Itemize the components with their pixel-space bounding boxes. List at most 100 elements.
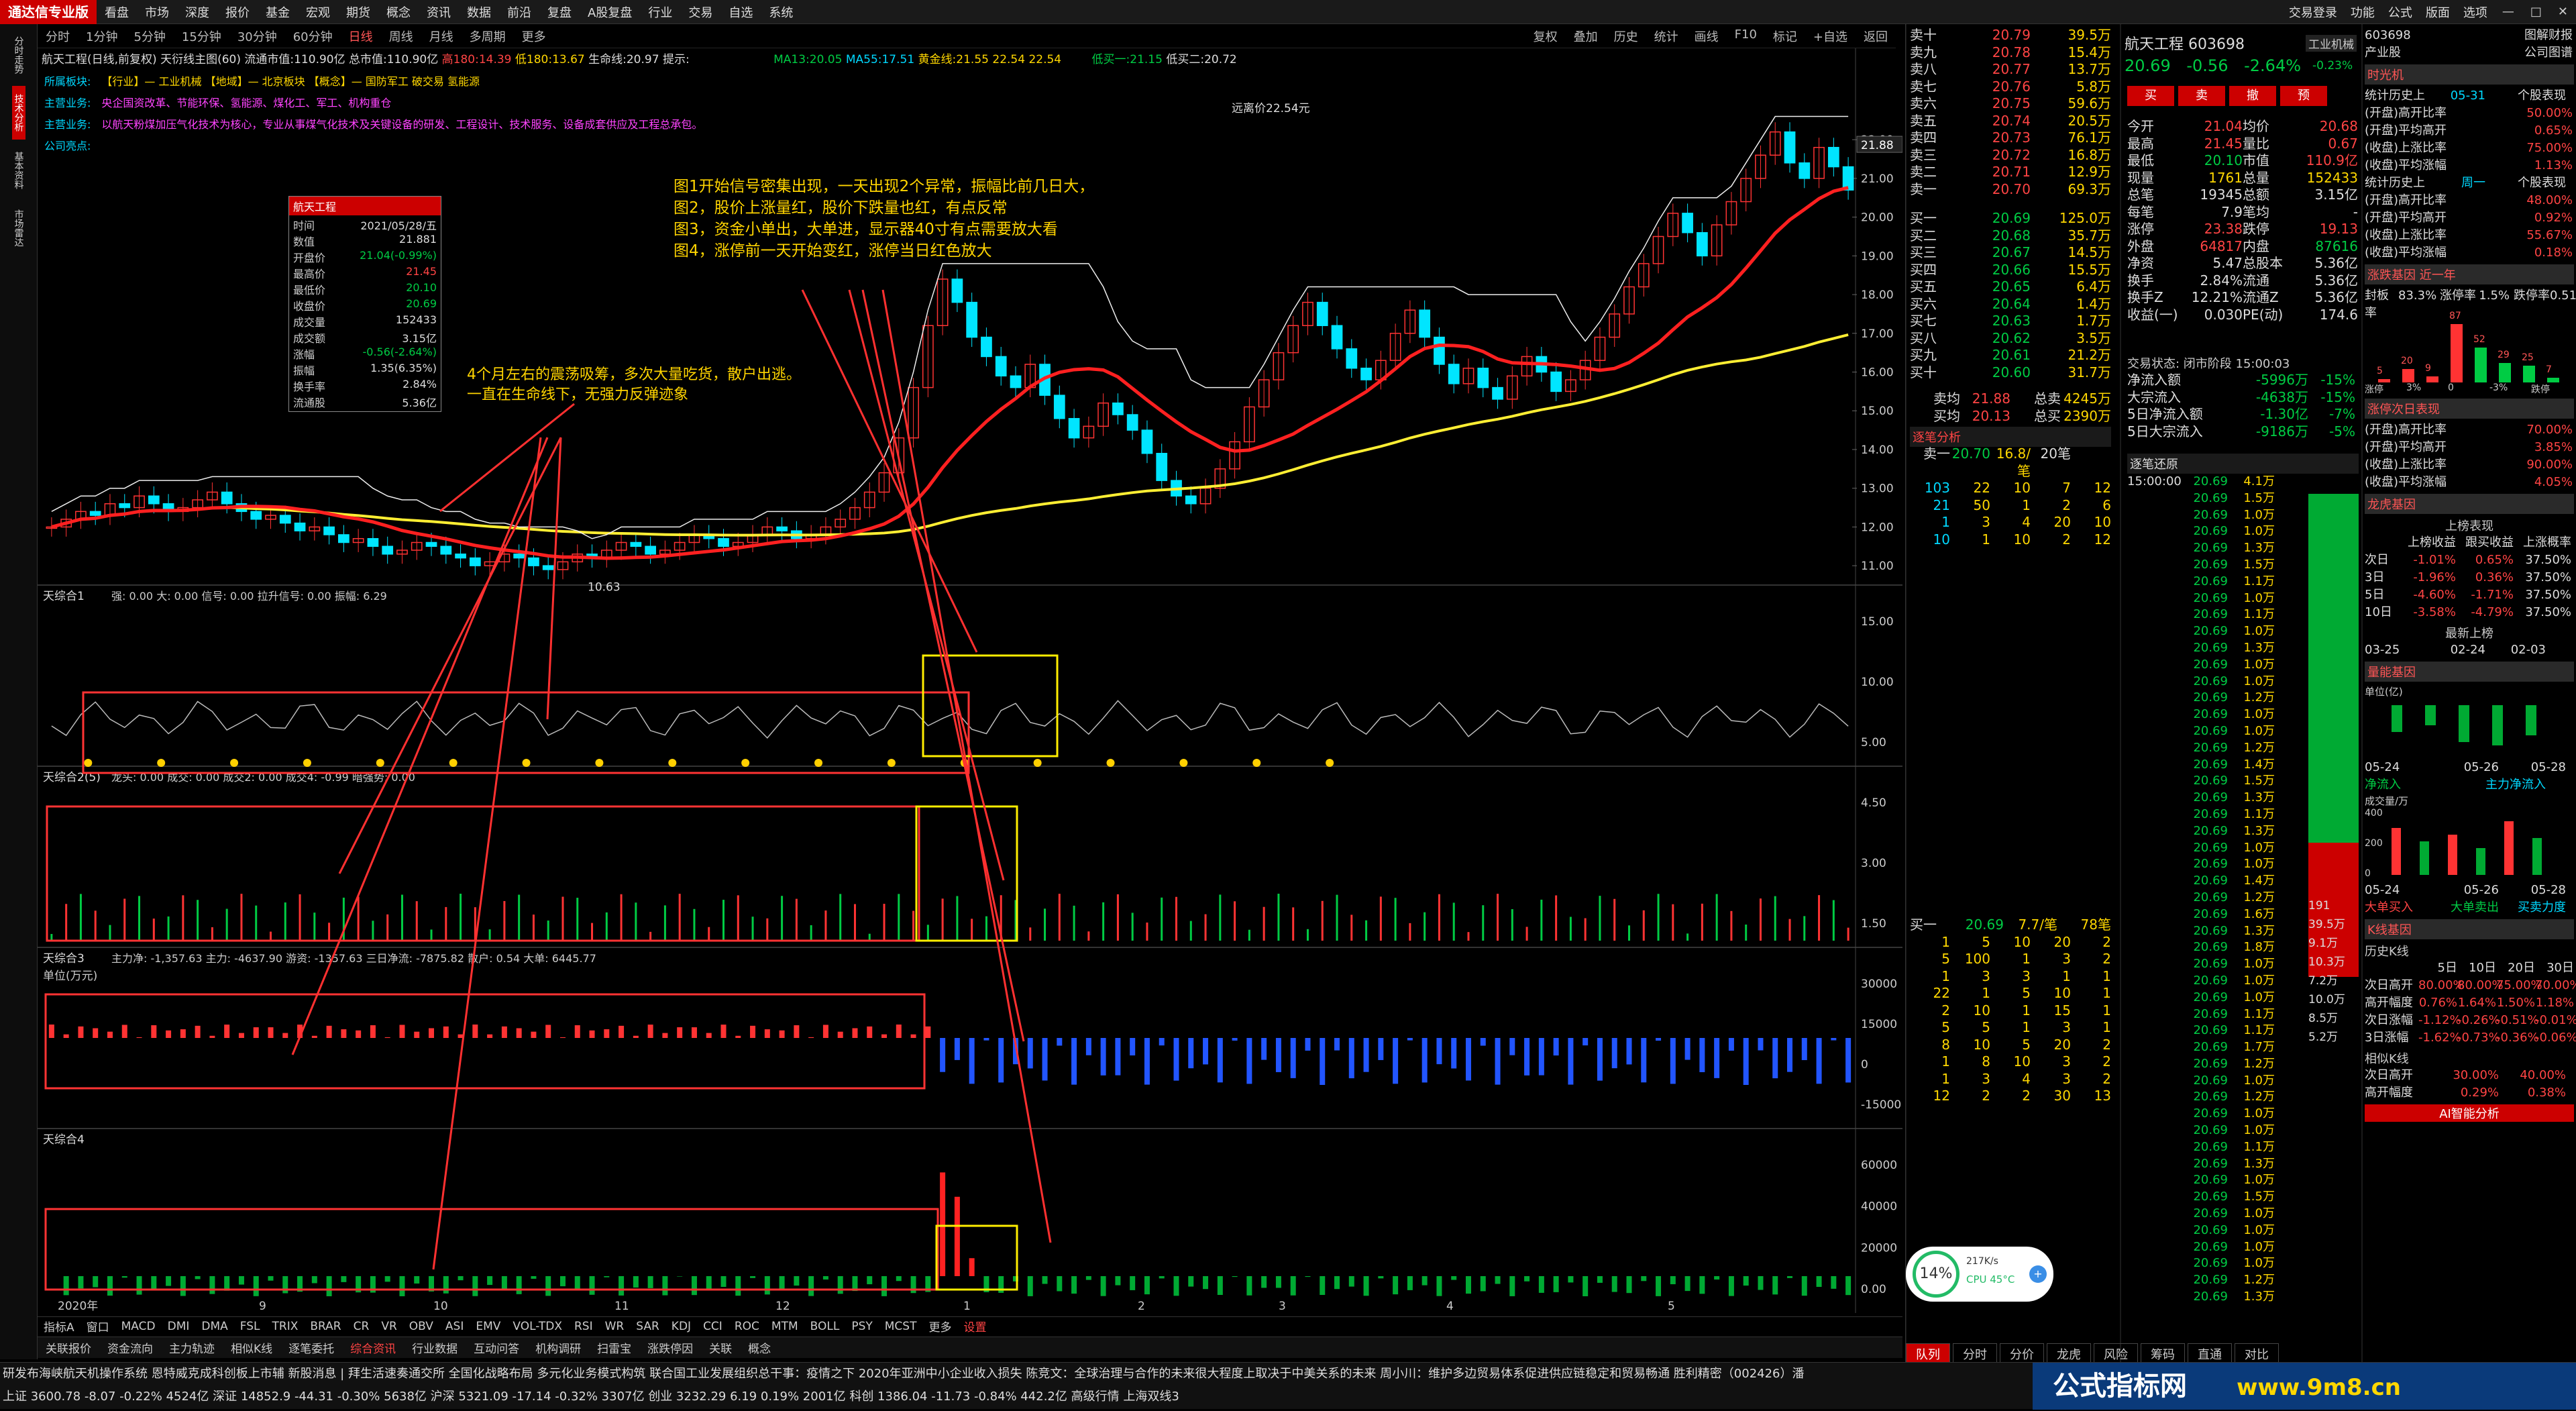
- period-tab[interactable]: 1分钟: [86, 28, 117, 45]
- toolbar-button[interactable]: 统计: [1654, 28, 1678, 45]
- indicator-tab[interactable]: 指标A: [44, 1318, 74, 1335]
- indicator-tab[interactable]: 窗口: [87, 1318, 109, 1335]
- cancel-order-button[interactable]: 撤: [2229, 86, 2276, 106]
- menu-item[interactable]: 概念: [386, 6, 411, 20]
- indicator-tab[interactable]: VR: [381, 1320, 396, 1333]
- sector-badge[interactable]: 工业机械: [2306, 35, 2357, 52]
- period-tab[interactable]: 月线: [429, 28, 453, 45]
- menu-item[interactable]: 行业: [648, 6, 672, 20]
- menu-item[interactable]: 深度: [185, 6, 209, 20]
- period-tab[interactable]: 15分钟: [182, 28, 221, 45]
- perf-widget[interactable]: 14% 217K/s CPU 45°C +: [1906, 1247, 2053, 1302]
- menu-item[interactable]: 看盘: [105, 6, 129, 20]
- toolbar-button[interactable]: 历史: [1614, 28, 1638, 45]
- toolbar-button[interactable]: +自选: [1813, 28, 1847, 45]
- top-right-menu-item[interactable]: 选项: [2463, 6, 2487, 20]
- top-right-menu-item[interactable]: 版面: [2426, 6, 2450, 20]
- indicator-tab[interactable]: SAR: [636, 1320, 659, 1333]
- top-right-menu-item[interactable]: 交易登录: [2289, 6, 2337, 20]
- add-icon[interactable]: +: [2029, 1265, 2047, 1283]
- menu-item[interactable]: 系统: [769, 6, 793, 20]
- menu-item[interactable]: 数据: [467, 6, 491, 20]
- chart-area[interactable]: 22.0021.0020.0019.0018.0017.0016.0015.00…: [38, 48, 1902, 1313]
- menu-item[interactable]: 前沿: [507, 6, 531, 20]
- period-tab[interactable]: 日线: [349, 28, 373, 45]
- indicator-tab[interactable]: WR: [605, 1320, 625, 1333]
- indicator-tab[interactable]: RSI: [574, 1320, 593, 1333]
- period-tab[interactable]: 60分钟: [293, 28, 333, 45]
- toolbar-button[interactable]: 返回: [1864, 28, 1888, 45]
- indicator-tab[interactable]: BRAR: [310, 1320, 341, 1333]
- indicator-tab[interactable]: MACD: [121, 1320, 156, 1333]
- minimize-icon[interactable]: —: [2502, 5, 2514, 19]
- top-right-menu-item[interactable]: 功能: [2351, 6, 2375, 20]
- top-right-menu-item[interactable]: 公式: [2388, 6, 2412, 20]
- bottom-tab[interactable]: 概念: [748, 1339, 771, 1356]
- indicator-tab[interactable]: DMI: [168, 1320, 190, 1333]
- menu-item[interactable]: 复盘: [547, 6, 572, 20]
- bottom-tab[interactable]: 逐笔委托: [288, 1339, 334, 1356]
- indicator-tab[interactable]: FSL: [240, 1320, 260, 1333]
- warn-button[interactable]: 预: [2280, 86, 2327, 106]
- toolbar-button[interactable]: 复权: [1534, 28, 1558, 45]
- indicator-tab[interactable]: ROC: [735, 1320, 759, 1333]
- vol-bar: [2392, 705, 2402, 732]
- period-tab[interactable]: 多周期: [470, 28, 506, 45]
- menu-item[interactable]: 基金: [266, 6, 290, 20]
- indicator-tab[interactable]: KDJ: [672, 1320, 691, 1333]
- tick-qty: 1.1万: [2243, 1139, 2275, 1154]
- indicator-tab[interactable]: TRIX: [272, 1320, 299, 1333]
- toolbar-button[interactable]: 叠加: [1574, 28, 1598, 45]
- indicator-tab[interactable]: MTM: [771, 1320, 798, 1333]
- bottom-tab[interactable]: 涨跌停因: [647, 1339, 693, 1356]
- period-tab[interactable]: 分时: [46, 28, 70, 45]
- maximize-icon[interactable]: □: [2530, 5, 2542, 19]
- toolbar-button[interactable]: 画线: [1695, 28, 1719, 45]
- menu-item[interactable]: 交易: [688, 6, 712, 20]
- menu-item[interactable]: 期货: [346, 6, 370, 20]
- menu-item[interactable]: A股复盘: [588, 6, 632, 20]
- sidebar-tab-market[interactable]: 市场雷达: [12, 201, 25, 255]
- bottom-tab[interactable]: 主力轨迹: [169, 1339, 215, 1356]
- indicator-tab[interactable]: CR: [354, 1320, 370, 1333]
- sell-button[interactable]: 卖: [2178, 86, 2225, 106]
- menu-item[interactable]: 资讯: [427, 6, 451, 20]
- indicator-tab[interactable]: DMA: [201, 1320, 227, 1333]
- bottom-tab[interactable]: 行业数据: [412, 1339, 458, 1356]
- menu-item[interactable]: 市场: [145, 6, 169, 20]
- news-ticker[interactable]: 研发布海峡航天机操作系统 恩特威克成科创板上市辅 新股消息 | 拜生活速奏通交所…: [3, 1364, 2015, 1381]
- toolbar-button[interactable]: 标记: [1773, 28, 1797, 45]
- bottom-tab[interactable]: 相似K线: [231, 1339, 272, 1356]
- sidebar-tab-timeline[interactable]: 分时走势: [12, 28, 25, 82]
- menu-item[interactable]: 报价: [225, 6, 250, 20]
- bottom-tab[interactable]: 关联报价: [46, 1339, 91, 1356]
- close-icon[interactable]: ✕: [2558, 5, 2568, 19]
- indicator-tab[interactable]: OBV: [409, 1320, 433, 1333]
- sidebar-tab-f10[interactable]: 基本资料: [12, 144, 25, 197]
- period-tab[interactable]: 更多: [522, 28, 546, 45]
- bottom-tab[interactable]: 互动问答: [474, 1339, 519, 1356]
- indicator-tab[interactable]: MCST: [885, 1320, 917, 1333]
- period-tab[interactable]: 5分钟: [133, 28, 165, 45]
- indicator-tab[interactable]: BOLL: [810, 1320, 840, 1333]
- indicator-tab[interactable]: 更多: [928, 1318, 951, 1335]
- sidebar-tab-kline[interactable]: 技术分析: [11, 86, 25, 140]
- bottom-tab[interactable]: 扫雷宝: [597, 1339, 631, 1356]
- indicator-tab[interactable]: 设置: [963, 1318, 986, 1335]
- indicator-tab[interactable]: VOL-TDX: [513, 1320, 562, 1333]
- period-tab[interactable]: 30分钟: [237, 28, 277, 45]
- period-tab[interactable]: 周线: [389, 28, 413, 45]
- indicator-tab[interactable]: EMV: [476, 1320, 500, 1333]
- ai-analysis-button[interactable]: AI智能分析: [2365, 1104, 2574, 1122]
- indicator-tab[interactable]: CCI: [703, 1320, 722, 1333]
- indicator-tab[interactable]: ASI: [445, 1320, 464, 1333]
- bottom-tab[interactable]: 关联: [709, 1339, 732, 1356]
- bottom-tab[interactable]: 资金流向: [107, 1339, 153, 1356]
- menu-item[interactable]: 宏观: [306, 6, 330, 20]
- buy-button[interactable]: 买: [2127, 86, 2174, 106]
- bottom-tab[interactable]: 机构调研: [535, 1339, 581, 1356]
- bottom-tab[interactable]: 综合资讯: [350, 1339, 396, 1356]
- toolbar-button[interactable]: F10: [1735, 28, 1757, 45]
- menu-item[interactable]: 自选: [729, 6, 753, 20]
- indicator-tab[interactable]: PSY: [851, 1320, 872, 1333]
